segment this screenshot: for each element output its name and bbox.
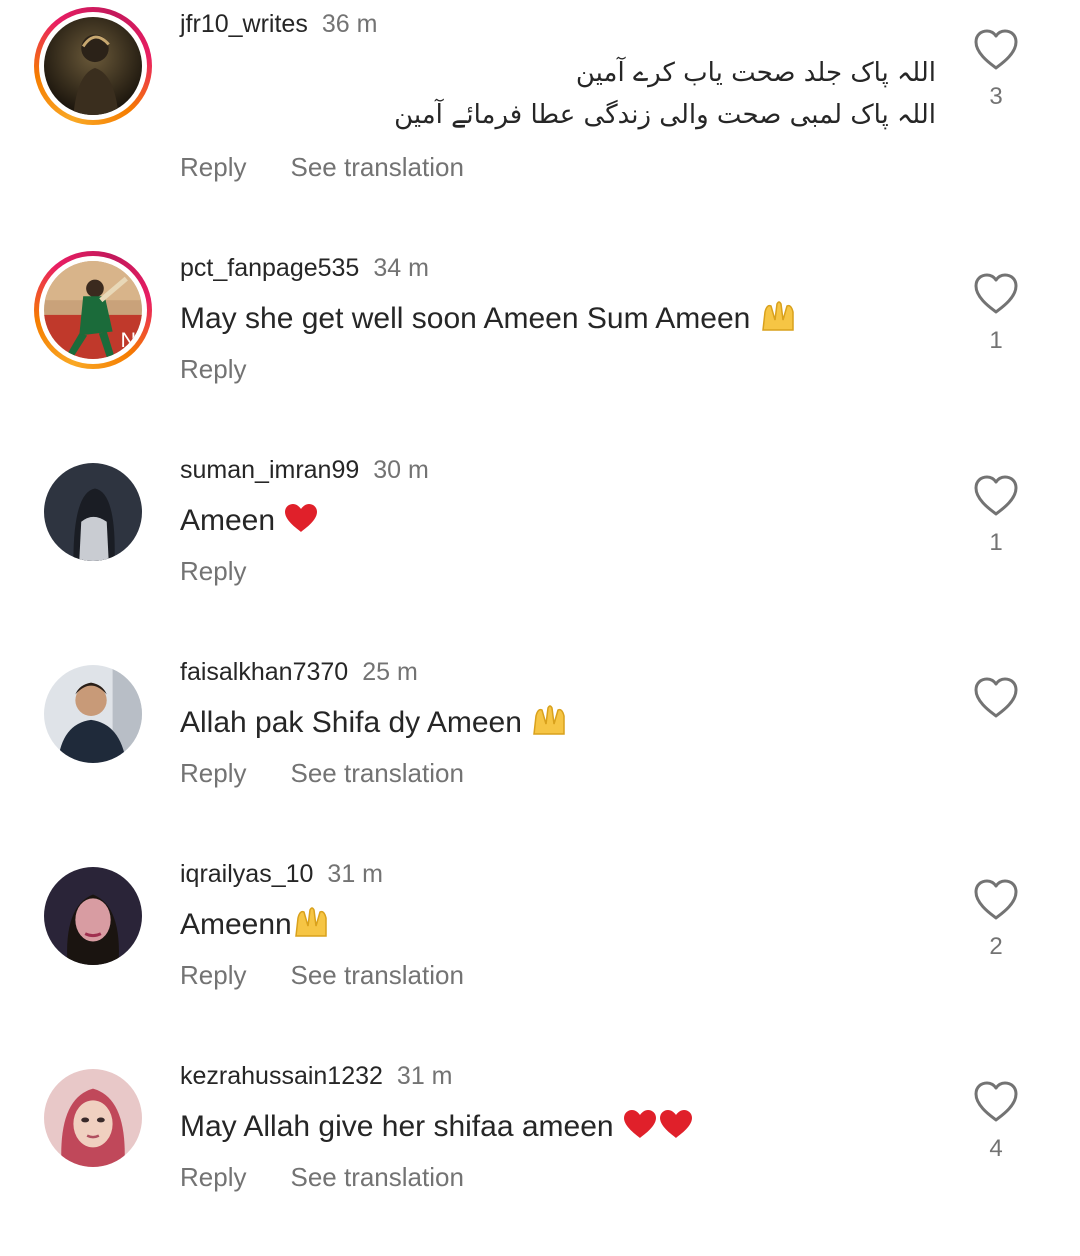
see-translation-button[interactable]: See translation — [290, 152, 463, 182]
avatar-image: N — [44, 261, 142, 359]
timestamp: 30 m — [373, 456, 429, 484]
folded-hands-emoji — [292, 906, 330, 949]
red-heart-emoji — [658, 1108, 694, 1151]
avatar-image — [44, 463, 142, 561]
reply-button[interactable]: Reply — [180, 556, 246, 586]
heart-outline-icon[interactable] — [972, 28, 1020, 72]
avatar[interactable] — [34, 857, 152, 975]
comment-actions: Reply See translation — [180, 1162, 464, 1192]
like-count: 1 — [989, 529, 1003, 556]
heart-outline-icon[interactable] — [972, 272, 1020, 316]
like-count: 3 — [989, 83, 1003, 110]
comment-text-line-1: اللہ پاک جلد صحت یاب کرے آمین — [575, 58, 936, 88]
comment-meta: jfr10_writes 36 m — [180, 9, 377, 39]
comment-actions: Reply — [180, 354, 246, 384]
comment-meta: faisalkhan7370 25 m — [180, 657, 418, 687]
heart-outline-icon[interactable] — [972, 676, 1020, 720]
heart-outline-icon[interactable] — [972, 878, 1020, 922]
avatar-image — [44, 17, 142, 115]
like-count: 2 — [989, 933, 1003, 960]
reply-button[interactable]: Reply — [180, 1162, 246, 1192]
reply-button[interactable]: Reply — [180, 758, 246, 788]
reply-button[interactable]: Reply — [180, 354, 246, 384]
timestamp: 36 m — [321, 10, 378, 38]
reply-button[interactable]: Reply — [180, 960, 246, 990]
comment-text: May Allah give her shifaa ameen — [180, 1107, 694, 1151]
comment-meta: pct_fanpage535 34 m — [180, 253, 429, 283]
username[interactable]: faisalkhan7370 — [180, 658, 348, 686]
comment-actions: Reply See translation — [180, 152, 464, 182]
comment-text-line-2: اللہ پاک لمبی صحت والی زندگی عطا فرمائے … — [394, 100, 936, 130]
reply-button[interactable]: Reply — [180, 152, 246, 182]
comment-actions: Reply See translation — [180, 758, 464, 788]
avatar[interactable] — [34, 7, 152, 125]
avatar-image — [44, 665, 142, 763]
username[interactable]: suman_imran99 — [180, 456, 359, 484]
timestamp: 31 m — [327, 860, 384, 888]
avatar[interactable] — [34, 655, 152, 773]
timestamp: 31 m — [396, 1062, 453, 1090]
username[interactable]: iqrailyas_10 — [180, 860, 313, 888]
like-count: 4 — [989, 1135, 1003, 1162]
see-translation-button[interactable]: See translation — [290, 758, 463, 788]
avatar[interactable]: N — [34, 251, 152, 369]
heart-outline-icon[interactable] — [972, 1080, 1020, 1124]
heart-outline-icon[interactable] — [972, 474, 1020, 518]
avatar-image — [44, 867, 142, 965]
comment-meta: kezrahussain1232 31 m — [180, 1061, 453, 1091]
username[interactable]: jfr10_writes — [180, 10, 308, 38]
comment-text: May she get well soon Ameen Sum Ameen — [180, 299, 797, 343]
comment-text: Allah pak Shifa dy Ameen — [180, 703, 568, 747]
red-heart-emoji — [283, 502, 319, 545]
username[interactable]: kezrahussain1232 — [180, 1062, 383, 1090]
comment-meta: suman_imran99 30 m — [180, 455, 429, 485]
folded-hands-emoji — [530, 704, 568, 747]
comment-text-content: Allah pak Shifa dy Ameen — [180, 706, 522, 739]
comment-text-content: Ameen — [180, 504, 276, 537]
like-count: 1 — [989, 327, 1003, 354]
folded-hands-emoji — [759, 300, 797, 343]
see-translation-button[interactable]: See translation — [290, 1162, 463, 1192]
comment-meta: iqrailyas_10 31 m — [180, 859, 383, 889]
comment-text-content: May she get well soon Ameen Sum Ameen — [180, 302, 751, 335]
comment-text-content: Ameenn — [180, 908, 292, 941]
red-heart-emoji — [622, 1108, 658, 1151]
timestamp: 25 m — [362, 658, 418, 686]
see-translation-button[interactable]: See translation — [290, 960, 463, 990]
comment-text: Ameen — [180, 501, 319, 545]
comment-actions: Reply See translation — [180, 960, 464, 990]
timestamp: 34 m — [373, 254, 429, 282]
avatar-image — [44, 1069, 142, 1167]
avatar[interactable] — [34, 1059, 152, 1177]
avatar[interactable] — [34, 453, 152, 571]
comment-actions: Reply — [180, 556, 246, 586]
username[interactable]: pct_fanpage535 — [180, 254, 359, 282]
comment-text-content: May Allah give her shifaa ameen — [180, 1110, 614, 1143]
comment-text: Ameenn — [180, 905, 330, 949]
